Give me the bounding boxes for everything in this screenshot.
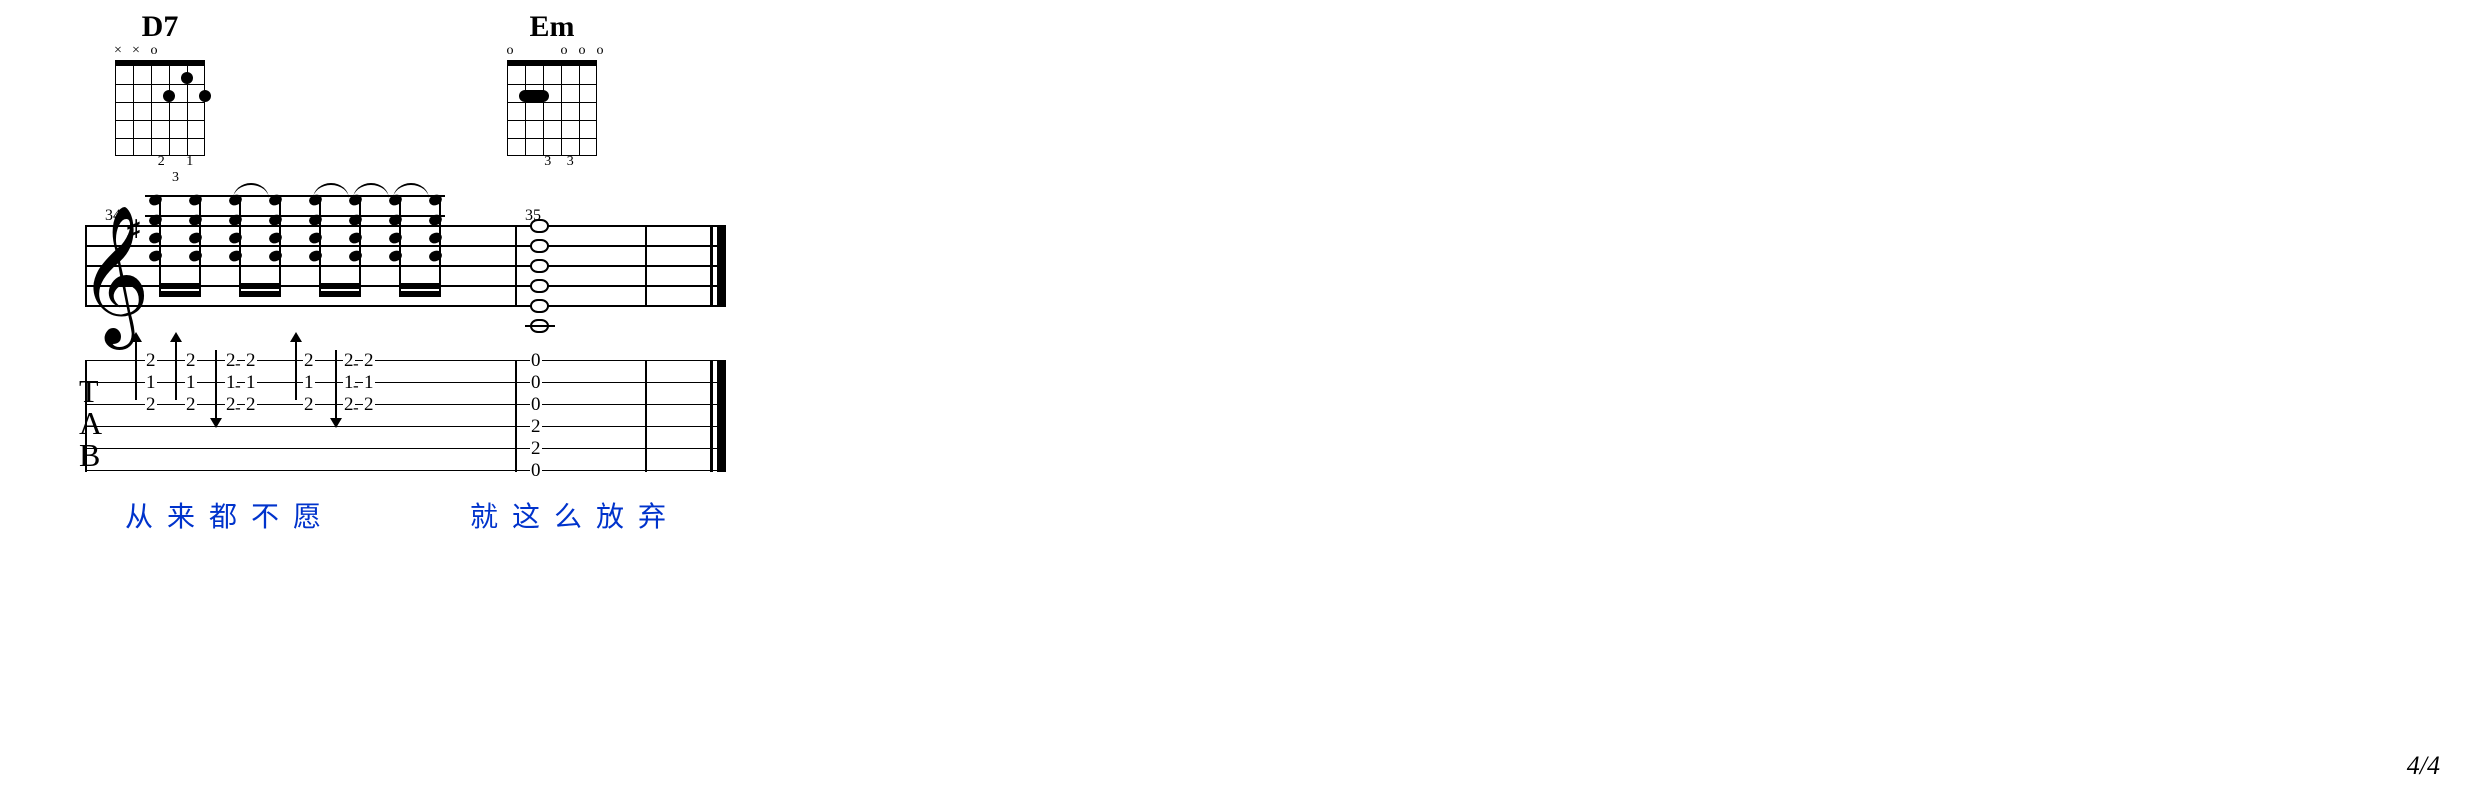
strum-arrow-up [135, 340, 137, 400]
fret-number: 0 [530, 398, 542, 412]
page-number: 4/4 [2407, 751, 2440, 781]
standard-staff: 34 35 𝄞 ♯ [85, 225, 725, 305]
fret-number: 0 [530, 464, 542, 478]
fret-number: 2 [145, 354, 157, 368]
strum-arrow-down [335, 350, 337, 420]
fret-number: 2 [245, 398, 257, 412]
fret-number: 2 [245, 354, 257, 368]
chord-block-d7: D7 × × o 2 1 3 [115, 10, 205, 186]
strum-arrow-up [295, 340, 297, 400]
strum-arrow-down [215, 350, 217, 420]
lyrics-line-2: 就这么放弃 [470, 495, 680, 535]
chord-diagram-d7: × × o [115, 44, 205, 154]
fret-number: 2 [303, 354, 315, 368]
final-barline [710, 225, 726, 307]
fret-number: 2 [185, 354, 197, 368]
fret-number: 1 [185, 376, 197, 390]
fret-number: 2 [530, 442, 542, 456]
chord-fingers-em: 3 3 [527, 154, 597, 170]
fret-number: 1 [303, 376, 315, 390]
fret-number: 2 [145, 398, 157, 412]
fret-number: 2 [530, 420, 542, 434]
tab-label-t: T [79, 376, 99, 406]
fret-number: 1 [363, 376, 375, 390]
tab-label-a: A [79, 408, 102, 438]
tab-staff: T A B 2 1 2 2 1 2 2 1 2 2 1 2 2 1 [85, 360, 725, 468]
chord-diagram-em: o o o o [507, 44, 597, 154]
fret-number: 0 [530, 354, 542, 368]
fret-number: 2 [363, 354, 375, 368]
chord-block-em: Em o o o o 3 3 [507, 10, 597, 170]
chord-name-d7: D7 [115, 10, 205, 44]
fret-number: 2 [363, 398, 375, 412]
fret-number: 1 [245, 376, 257, 390]
chord-fingers-d7: 2 1 3 [155, 154, 205, 186]
fret-number: 2 [303, 398, 315, 412]
lyrics-line-1: 从来都不愿 [125, 495, 335, 535]
fret-number: 0 [530, 376, 542, 390]
fret-number: 2 [185, 398, 197, 412]
chord-name-em: Em [507, 10, 597, 44]
tab-label-b: B [79, 440, 100, 470]
strum-arrow-up [175, 340, 177, 400]
fret-number: 1 [145, 376, 157, 390]
